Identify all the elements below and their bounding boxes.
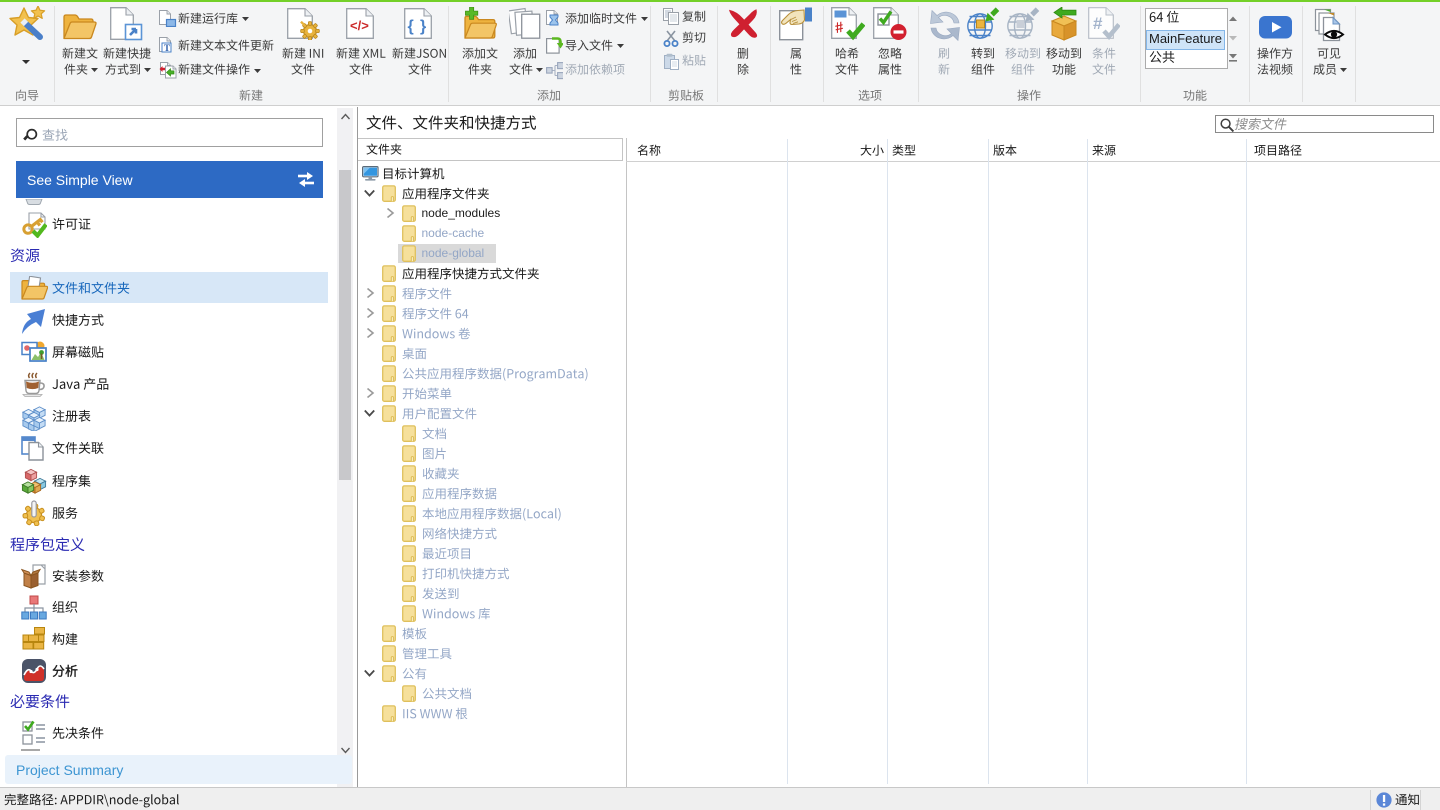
svg-text:T: T <box>164 43 170 53</box>
svg-text:#: # <box>1093 14 1103 33</box>
svg-text:{: { <box>408 18 414 35</box>
svg-text:</>: </> <box>350 18 369 33</box>
svg-text:}: } <box>420 18 426 35</box>
